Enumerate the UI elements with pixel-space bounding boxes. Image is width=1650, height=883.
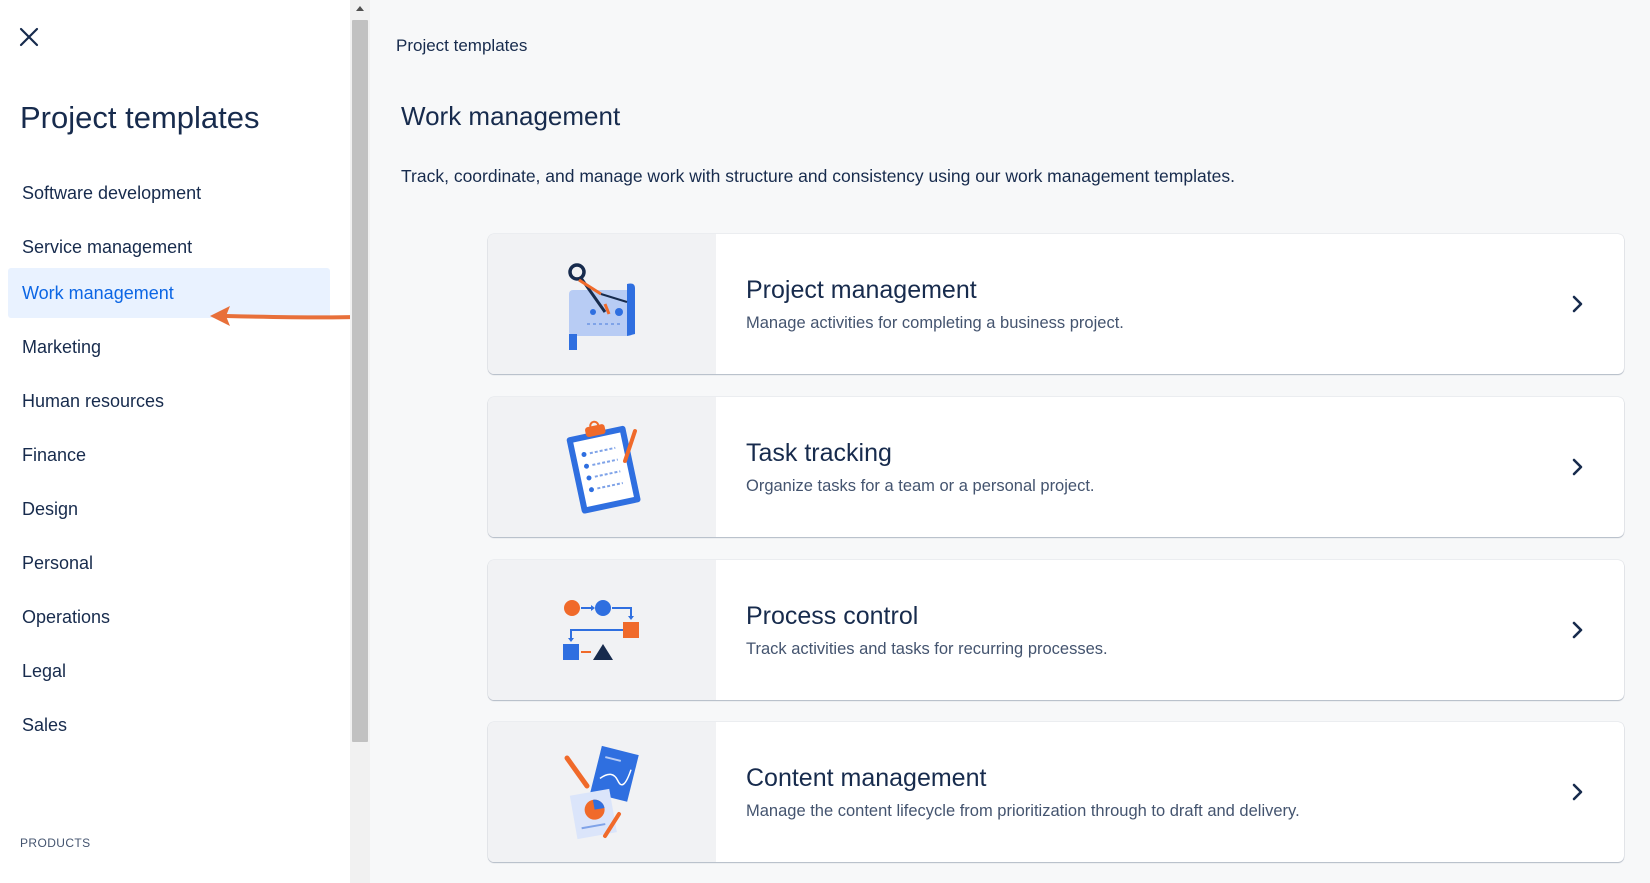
- card-description: Track activities and tasks for recurring…: [746, 640, 1108, 658]
- template-card-task-tracking[interactable]: Task tracking Organize tasks for a team …: [488, 397, 1624, 537]
- close-icon[interactable]: [16, 24, 44, 52]
- chevron-right-icon: [1570, 617, 1586, 643]
- card-title: Project management: [746, 276, 977, 304]
- scrollbar-thumb[interactable]: [352, 20, 368, 742]
- sidebar-item-sales[interactable]: Sales: [8, 700, 330, 750]
- sidebar-item-legal[interactable]: Legal: [8, 646, 330, 696]
- template-card-process-control[interactable]: Process control Track activities and tas…: [488, 560, 1624, 700]
- sidebar-item-personal[interactable]: Personal: [8, 538, 330, 588]
- blueprint-compass-icon: [488, 234, 716, 374]
- card-title: Process control: [746, 602, 919, 630]
- process-flow-icon: [488, 560, 716, 700]
- card-description: Organize tasks for a team or a personal …: [746, 477, 1095, 495]
- sidebar-item-design[interactable]: Design: [8, 484, 330, 534]
- page-title: Work management: [401, 101, 621, 131]
- clipboard-checklist-icon: [488, 397, 716, 537]
- card-description: Manage activities for completing a busin…: [746, 314, 1124, 332]
- annotation-arrow-icon: [208, 300, 364, 335]
- sidebar-item-service-management[interactable]: Service management: [8, 222, 330, 272]
- sidebar-item-finance[interactable]: Finance: [8, 430, 330, 480]
- sidebar: Project templates Software development S…: [0, 0, 350, 883]
- sidebar-item-software-development[interactable]: Software development: [8, 168, 330, 218]
- chevron-right-icon: [1570, 454, 1586, 480]
- chevron-right-icon: [1570, 291, 1586, 317]
- chevron-right-icon: [1570, 779, 1586, 805]
- main-content: Project templates Work management Track,…: [370, 0, 1650, 883]
- products-section-label: PRODUCTS: [20, 836, 91, 850]
- page-description: Track, coordinate, and manage work with …: [401, 166, 1235, 186]
- breadcrumb[interactable]: Project templates: [396, 36, 527, 56]
- sidebar-scrollbar[interactable]: [350, 0, 370, 883]
- sidebar-title: Project templates: [20, 100, 260, 135]
- scroll-up-arrow-icon[interactable]: [350, 0, 370, 18]
- content-documents-icon: [488, 722, 716, 862]
- template-card-content-management[interactable]: Content management Manage the content li…: [488, 722, 1624, 862]
- template-card-project-management[interactable]: Project management Manage activities for…: [488, 234, 1624, 374]
- card-title: Task tracking: [746, 439, 892, 467]
- sidebar-item-operations[interactable]: Operations: [8, 592, 330, 642]
- sidebar-item-human-resources[interactable]: Human resources: [8, 376, 330, 426]
- card-title: Content management: [746, 764, 987, 792]
- card-description: Manage the content lifecycle from priori…: [746, 802, 1300, 820]
